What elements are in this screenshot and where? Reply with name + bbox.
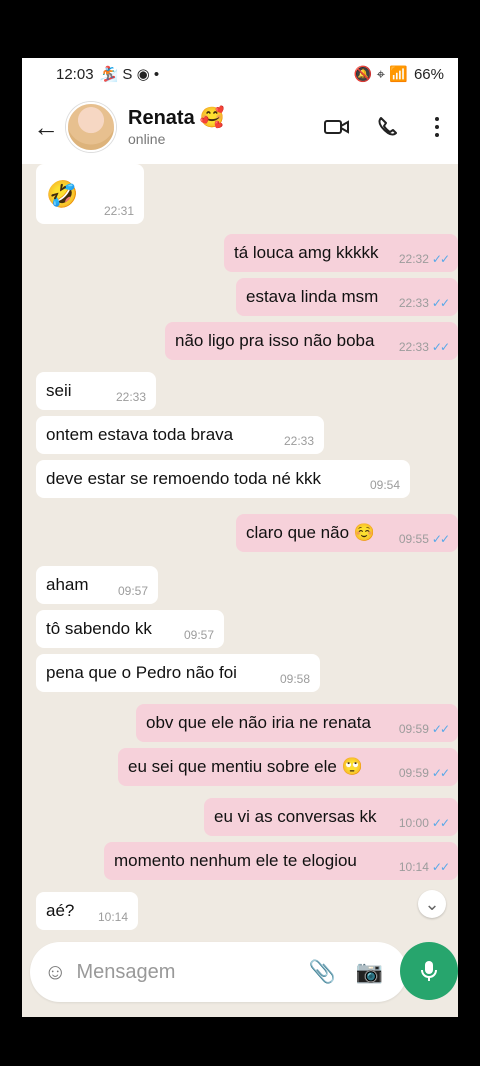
video-icon[interactable] [324, 114, 350, 140]
message-time: 22:32 ✓✓ [398, 252, 450, 266]
camera-icon[interactable]: 📷 [356, 959, 383, 985]
message-text: claro que não ☺️ [246, 523, 375, 542]
contact-name-row: Renata 🥰 [128, 106, 225, 129]
message-time: 22:33 ✓✓ [398, 340, 450, 354]
message-time: 10:14 [97, 910, 128, 924]
messages-area[interactable]: 🤣 22:31 tá louca amg kkkkk 22:32 ✓✓ estav… [22, 164, 458, 1000]
message-time: 22:33 [115, 390, 146, 404]
message-text: deve estar se remoendo toda né kkk [46, 469, 321, 488]
read-checks-icon: ✓✓ [431, 860, 450, 874]
message-outgoing[interactable]: eu vi as conversas kk 10:00 ✓✓ [204, 798, 458, 836]
message-outgoing[interactable]: não ligo pra isso não boba 22:33 ✓✓ [165, 322, 458, 360]
read-checks-icon: ✓✓ [431, 816, 450, 830]
message-text: não ligo pra isso não boba [175, 331, 375, 350]
message-text: obv que ele não iria ne renata [146, 713, 371, 732]
message-outgoing[interactable]: estava linda msm 22:33 ✓✓ [236, 278, 458, 316]
phone-icon[interactable] [374, 114, 400, 140]
message-time: 09:55 ✓✓ [398, 532, 450, 546]
message-outgoing[interactable]: eu sei que mentiu sobre ele 🙄 09:59 ✓✓ [118, 748, 458, 786]
message-text: tô sabendo kk [46, 619, 152, 638]
header-actions [324, 114, 450, 140]
message-time: 09:59 ✓✓ [398, 722, 450, 736]
read-checks-icon: ✓✓ [431, 252, 450, 266]
message-text: eu vi as conversas kk [214, 807, 377, 826]
message-text: momento nenhum ele te elogiou [114, 851, 357, 870]
message-time: 22:33 ✓✓ [398, 296, 450, 310]
message-time: 22:33 [283, 434, 314, 448]
message-text: aé? [46, 901, 75, 920]
message-incoming[interactable]: ontem estava toda brava 22:33 [36, 416, 324, 454]
mic-icon[interactable] [400, 942, 458, 1000]
phone-screen: 12:03 🏂 S ◉ • 🔕 ⌖ 📶 66% ← Renata 🥰 onlin… [22, 58, 458, 1017]
message-incoming[interactable]: tô sabendo kk 09:57 [36, 610, 224, 648]
message-text: ontem estava toda brava [46, 425, 234, 444]
status-left-icons: 🏂 S ◉ • [99, 66, 160, 83]
contact-info[interactable]: Renata 🥰 online [128, 106, 225, 147]
message-outgoing[interactable]: momento nenhum ele te elogiou 10:14 ✓✓ [104, 842, 458, 880]
message-incoming[interactable]: seii 22:33 [36, 372, 156, 410]
message-text: eu sei que mentiu sobre ele 🙄 [128, 757, 363, 776]
message-incoming[interactable]: 🤣 22:31 [36, 164, 144, 224]
message-text: pena que o Pedro não foi [46, 663, 237, 682]
message-outgoing[interactable]: obv que ele não iria ne renata 09:59 ✓✓ [136, 704, 458, 742]
message-time: 09:57 [117, 584, 148, 598]
message-incoming[interactable]: aham 09:57 [36, 566, 158, 604]
arrow-left-icon[interactable]: ← [26, 112, 66, 143]
message-time: 09:59 ✓✓ [398, 766, 450, 780]
message-incoming[interactable]: deve estar se remoendo toda né kkk 09:54 [36, 460, 410, 498]
message-outgoing[interactable]: claro que não ☺️ 09:55 ✓✓ [236, 514, 458, 552]
status-right: 🔕 ⌖ 📶 66% [353, 65, 444, 84]
status-time: 12:03 [56, 65, 94, 83]
status-left: 12:03 🏂 S ◉ • [56, 65, 160, 84]
read-checks-icon: ✓✓ [431, 340, 450, 354]
message-text: aham [46, 575, 89, 594]
message-time: 10:14 ✓✓ [398, 860, 450, 874]
message-text: estava linda msm [246, 287, 379, 306]
message-outgoing[interactable]: tá louca amg kkkkk 22:32 ✓✓ [224, 234, 458, 272]
message-composer[interactable]: ☺ Mensagem 📎 📷 [30, 942, 407, 1002]
battery-level: 66% [413, 65, 444, 83]
message-time: 09:57 [183, 628, 214, 642]
contact-emoji: 🥰 [199, 106, 225, 129]
message-time: 10:00 ✓✓ [398, 816, 450, 830]
read-checks-icon: ✓✓ [431, 766, 450, 780]
message-incoming[interactable]: pena que o Pedro não foi 09:58 [36, 654, 320, 692]
read-checks-icon: ✓✓ [431, 296, 450, 310]
read-checks-icon: ✓✓ [431, 532, 450, 546]
status-bar: 12:03 🏂 S ◉ • 🔕 ⌖ 📶 66% [22, 58, 458, 90]
avatar[interactable] [66, 102, 116, 152]
message-incoming[interactable]: aé? 10:14 [36, 892, 138, 930]
contact-name: Renata [128, 106, 195, 129]
message-time: 09:54 [369, 478, 400, 492]
contact-status: online [128, 130, 166, 147]
message-text: 🤣 [46, 178, 79, 209]
message-input[interactable]: Mensagem [76, 961, 286, 984]
read-checks-icon: ✓✓ [431, 722, 450, 736]
message-text: seii [46, 381, 72, 400]
emoji-icon[interactable]: ☺ [44, 959, 66, 985]
message-text: tá louca amg kkkkk [234, 243, 379, 262]
message-time: 22:31 [103, 204, 134, 218]
message-time: 09:58 [279, 672, 310, 686]
paperclip-icon[interactable]: 📎 [308, 959, 335, 985]
chevrons-down-icon[interactable]: ⌄ [418, 890, 446, 918]
more-vertical-icon[interactable] [424, 114, 450, 140]
status-right-icons: 🔕 ⌖ 📶 [353, 66, 408, 83]
chat-header: ← Renata 🥰 online [22, 90, 458, 164]
